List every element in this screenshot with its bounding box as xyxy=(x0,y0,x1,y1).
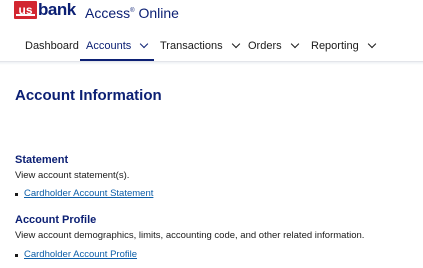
chevron-down-icon xyxy=(290,39,299,49)
nav-transactions-label: Transactions xyxy=(160,40,223,52)
chevron-down-icon xyxy=(140,39,149,49)
app-title-sub: Online xyxy=(138,5,179,21)
nav-transactions[interactable]: Transactions xyxy=(160,34,240,59)
app-title: Access® Online xyxy=(85,2,179,22)
bullet-icon xyxy=(15,193,18,196)
registered-mark: ® xyxy=(130,8,135,14)
nav-reporting[interactable]: Reporting xyxy=(311,34,376,59)
nav-orders[interactable]: Orders xyxy=(248,34,299,59)
statement-heading: Statement xyxy=(15,154,69,166)
page-title: Account Information xyxy=(15,87,162,104)
nav-dashboard-label: Dashboard xyxy=(25,40,79,52)
nav-dashboard[interactable]: Dashboard xyxy=(25,34,79,59)
cardholder-account-profile-link[interactable]: Cardholder Account Profile xyxy=(24,249,137,261)
account-profile-heading: Account Profile xyxy=(15,214,97,226)
chevron-down-icon xyxy=(367,39,376,49)
main-nav: Dashboard Accounts Transactions Orders R… xyxy=(0,34,423,65)
app-title-main: Access xyxy=(85,5,131,21)
nav-accounts[interactable]: Accounts xyxy=(80,34,155,61)
top-bar: us bank Access® Online xyxy=(0,0,423,26)
logo-shield: us xyxy=(14,1,37,19)
nav-reporting-label: Reporting xyxy=(311,40,359,52)
nav-orders-label: Orders xyxy=(248,40,282,52)
nav-accounts-label: Accounts xyxy=(86,40,132,52)
logo-wordmark: bank xyxy=(38,0,76,19)
cardholder-account-statement-link[interactable]: Cardholder Account Statement xyxy=(24,188,153,200)
account-profile-description: View account demographics, limits, accou… xyxy=(15,230,365,241)
bullet-icon xyxy=(15,254,18,257)
chevron-down-icon xyxy=(231,39,240,49)
statement-description: View account statement(s). xyxy=(15,170,130,181)
